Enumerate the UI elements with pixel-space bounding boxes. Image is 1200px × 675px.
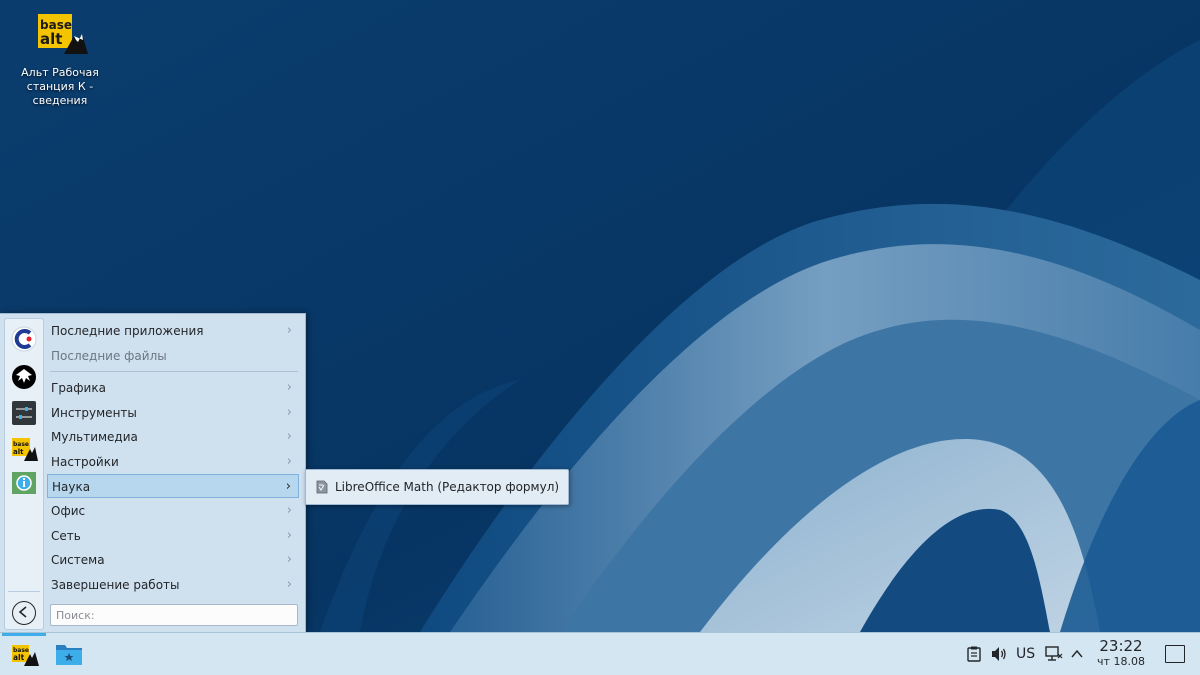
desktop[interactable]: base alt Альт Рабочая станция К - сведен… [0, 0, 1200, 632]
submenu-item-libreoffice-math[interactable]: LibreOffice Math (Редактор формул) [310, 474, 562, 500]
svg-text:alt: alt [13, 653, 25, 662]
application-menu: base alt Последние приложения › Последни… [0, 313, 306, 632]
libreoffice-math-icon [316, 480, 328, 494]
chevron-right-icon: › [286, 552, 292, 567]
favorites-divider [8, 591, 40, 592]
favorites-strip: base alt [4, 318, 44, 630]
inkscape-icon[interactable] [10, 363, 38, 391]
menu-item-recent-files[interactable]: Последние файлы [47, 344, 299, 368]
chevron-right-icon: › [286, 454, 292, 469]
chevron-right-icon: › [286, 528, 292, 543]
clipboard-icon[interactable] [967, 646, 981, 662]
menu-item-graphics[interactable]: Графика › [47, 376, 299, 400]
search-input[interactable] [50, 604, 298, 626]
svg-text:base: base [13, 441, 29, 448]
calligra-icon[interactable] [10, 325, 38, 353]
back-button[interactable] [12, 601, 36, 625]
menu-item-shutdown[interactable]: Завершение работы › [47, 573, 299, 597]
volume-icon[interactable] [991, 646, 1007, 662]
clock-time: 23:22 [1099, 637, 1143, 655]
network-icon[interactable] [1045, 646, 1063, 662]
basealt-logo-icon: base alt [30, 10, 90, 60]
keyboard-layout-indicator[interactable]: US [1016, 646, 1035, 662]
digital-clock[interactable]: 23:22 чт 18.08 [1092, 637, 1150, 669]
chevron-right-icon: › [286, 405, 292, 420]
basealt-launcher-icon: base alt [12, 645, 39, 666]
desktop-icon-label: Альт Рабочая станция К - сведения [21, 66, 99, 107]
desktop-icon-about[interactable]: base alt Альт Рабочая станция К - сведен… [14, 10, 106, 108]
chevron-right-icon: › [286, 429, 292, 444]
expand-tray-icon[interactable] [1071, 646, 1083, 662]
menu-item-office[interactable]: Офис › [47, 499, 299, 523]
science-submenu: LibreOffice Math (Редактор формул) [305, 469, 569, 505]
logo-text-bottom: alt [40, 30, 62, 48]
application-launcher-button[interactable]: base alt [2, 633, 46, 675]
menu-item-multimedia[interactable]: Мультимедиа › [47, 425, 299, 449]
file-manager-button[interactable] [55, 642, 83, 666]
clock-date: чт 18.08 [1097, 655, 1145, 668]
taskbar: base alt US 23:22 чт 18.08 [0, 632, 1200, 675]
svg-text:alt: alt [13, 448, 24, 456]
basealt-icon[interactable]: base alt [10, 435, 38, 463]
menu-item-science[interactable]: Наука › [47, 474, 299, 498]
chevron-right-icon: › [286, 577, 292, 592]
menu-separator [50, 371, 298, 372]
folder-icon [56, 645, 82, 665]
menu-item-system[interactable]: Система › [47, 548, 299, 572]
chevron-right-icon: › [286, 380, 292, 395]
chevron-right-icon: › [286, 323, 292, 338]
info-center-icon[interactable] [10, 469, 38, 497]
active-indicator [2, 633, 46, 636]
menu-item-settings[interactable]: Настройки › [47, 450, 299, 474]
menu-item-tools[interactable]: Инструменты › [47, 401, 299, 425]
menu-item-recent-apps[interactable]: Последние приложения › [47, 319, 299, 343]
show-desktop-button[interactable] [1165, 645, 1185, 663]
settings-panel-icon[interactable] [10, 399, 38, 427]
chevron-left-icon [18, 606, 27, 618]
chevron-right-icon: › [285, 479, 291, 494]
menu-item-network[interactable]: Сеть › [47, 524, 299, 548]
chevron-right-icon: › [286, 503, 292, 518]
